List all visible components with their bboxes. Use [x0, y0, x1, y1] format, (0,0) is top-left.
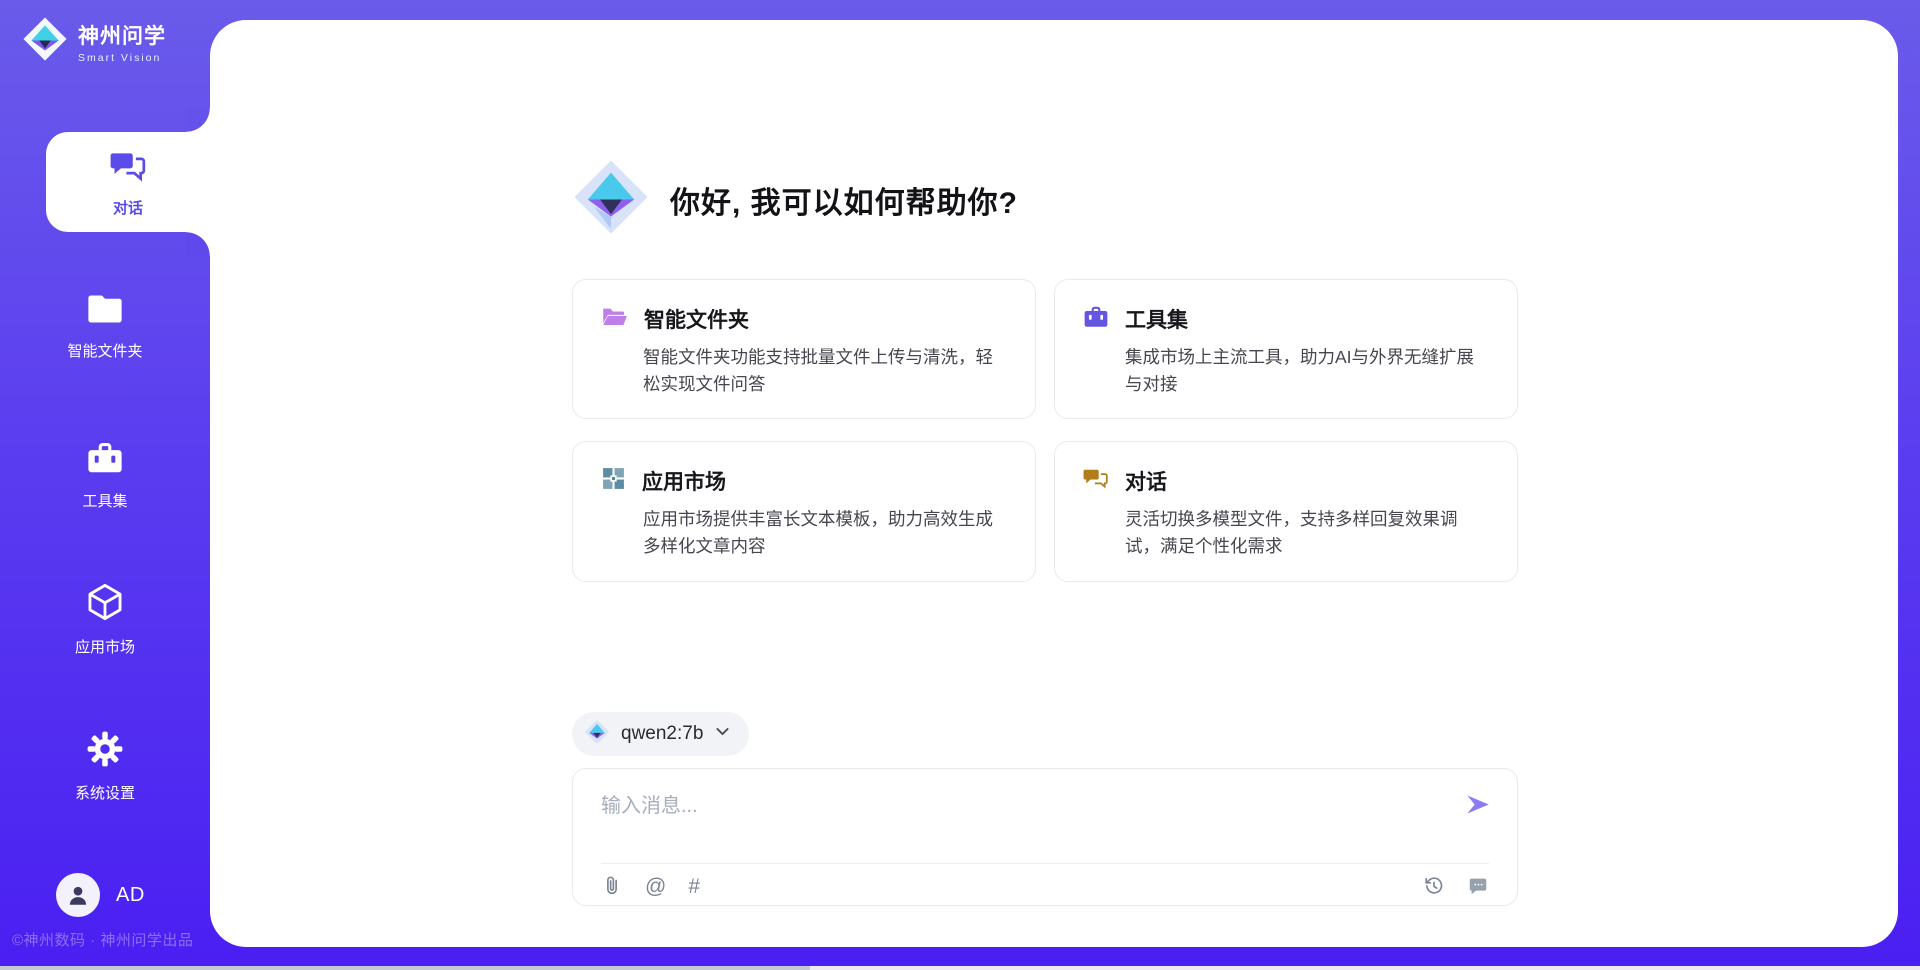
- user-account[interactable]: AD: [56, 873, 145, 917]
- grid-cube-icon: [601, 466, 626, 496]
- gear-icon: [86, 730, 124, 773]
- scrollbar-thumb[interactable]: [0, 966, 810, 970]
- model-name: qwen2:7b: [621, 723, 703, 745]
- card-title: 应用市场: [642, 466, 726, 496]
- sidebar: 神州问学 Smart Vision 对话 智能文件夹: [0, 0, 210, 970]
- card-description: 集成市场上主流工具，助力AI与外界无缝扩展与对接: [1125, 344, 1491, 398]
- card-title: 对话: [1125, 466, 1167, 496]
- greeting-title: 你好, 我可以如何帮助你?: [670, 178, 1018, 222]
- avatar: [56, 873, 100, 917]
- card-toolbox[interactable]: 工具集 集成市场上主流工具，助力AI与外界无缝扩展与对接: [1054, 279, 1518, 419]
- model-selector[interactable]: qwen2:7b: [572, 712, 749, 756]
- horizontal-scrollbar[interactable]: [0, 966, 1920, 970]
- card-description: 应用市场提供丰富长文本模板，助力高效生成多样化文章内容: [643, 506, 1009, 560]
- chat-bubbles-icon: [1083, 467, 1109, 496]
- main-panel: 你好, 我可以如何帮助你? 智能文件夹 智能文件夹功能支持批量文件上传与清洗，轻…: [210, 20, 1898, 947]
- sidebar-item-app-market[interactable]: 应用市场: [0, 582, 210, 654]
- sidebar-item-chat[interactable]: 对话: [46, 132, 210, 232]
- chat-bubbles-icon: [109, 147, 147, 190]
- composer-divider: [601, 863, 1489, 864]
- folder-icon: [86, 292, 124, 331]
- sidebar-item-label: 工具集: [82, 490, 127, 511]
- brand-gem-icon: [22, 16, 68, 67]
- card-smart-folder[interactable]: 智能文件夹 智能文件夹功能支持批量文件上传与清洗，轻松实现文件问答: [572, 279, 1036, 419]
- sidebar-item-smart-folder[interactable]: 智能文件夹: [0, 292, 210, 364]
- card-description: 灵活切换多模型文件，支持多样回复效果调试，满足个性化需求: [1125, 506, 1491, 560]
- brand-subtitle: Smart Vision: [78, 52, 166, 64]
- sidebar-item-settings[interactable]: 系统设置: [0, 730, 210, 802]
- app-logo: 神州问学 Smart Vision: [22, 16, 166, 67]
- sidebar-item-label: 智能文件夹: [67, 340, 142, 361]
- sidebar-item-label: 应用市场: [75, 636, 135, 657]
- card-app-market[interactable]: 应用市场 应用市场提供丰富长文本模板，助力高效生成多样化文章内容: [572, 441, 1036, 581]
- sidebar-item-toolbox[interactable]: 工具集: [0, 440, 210, 512]
- feature-cards: 智能文件夹 智能文件夹功能支持批量文件上传与清洗，轻松实现文件问答 工具集: [572, 279, 1518, 582]
- card-title: 工具集: [1125, 304, 1188, 334]
- card-chat[interactable]: 对话 灵活切换多模型文件，支持多样回复效果调试，满足个性化需求: [1054, 441, 1518, 581]
- hashtag-icon[interactable]: #: [688, 876, 700, 897]
- message-composer: @ #: [572, 768, 1518, 906]
- sidebar-item-label: 系统设置: [75, 782, 135, 803]
- comment-icon[interactable]: [1467, 875, 1489, 897]
- copyright-text: ©神州数码 · 神州问学出品: [12, 929, 193, 950]
- toolbox-icon: [86, 440, 124, 481]
- history-icon[interactable]: [1423, 875, 1445, 897]
- mention-icon[interactable]: @: [645, 876, 666, 897]
- greeting-row: 你好, 我可以如何帮助你?: [572, 158, 1518, 241]
- card-title: 智能文件夹: [644, 304, 749, 334]
- send-icon[interactable]: [1464, 791, 1491, 823]
- greeting-gem-icon: [572, 158, 650, 241]
- chevron-down-icon: [714, 723, 731, 745]
- message-input[interactable]: [601, 789, 1441, 855]
- user-initials: AD: [116, 884, 145, 907]
- attachment-icon[interactable]: [601, 875, 623, 897]
- model-gem-icon: [584, 719, 610, 750]
- card-description: 智能文件夹功能支持批量文件上传与清洗，轻松实现文件问答: [643, 344, 1009, 398]
- folder-open-icon: [601, 305, 628, 333]
- cube-icon: [86, 582, 124, 627]
- brand-title: 神州问学: [78, 20, 166, 50]
- sidebar-item-label: 对话: [113, 197, 143, 218]
- person-icon: [65, 882, 91, 908]
- toolbox-icon: [1083, 305, 1109, 334]
